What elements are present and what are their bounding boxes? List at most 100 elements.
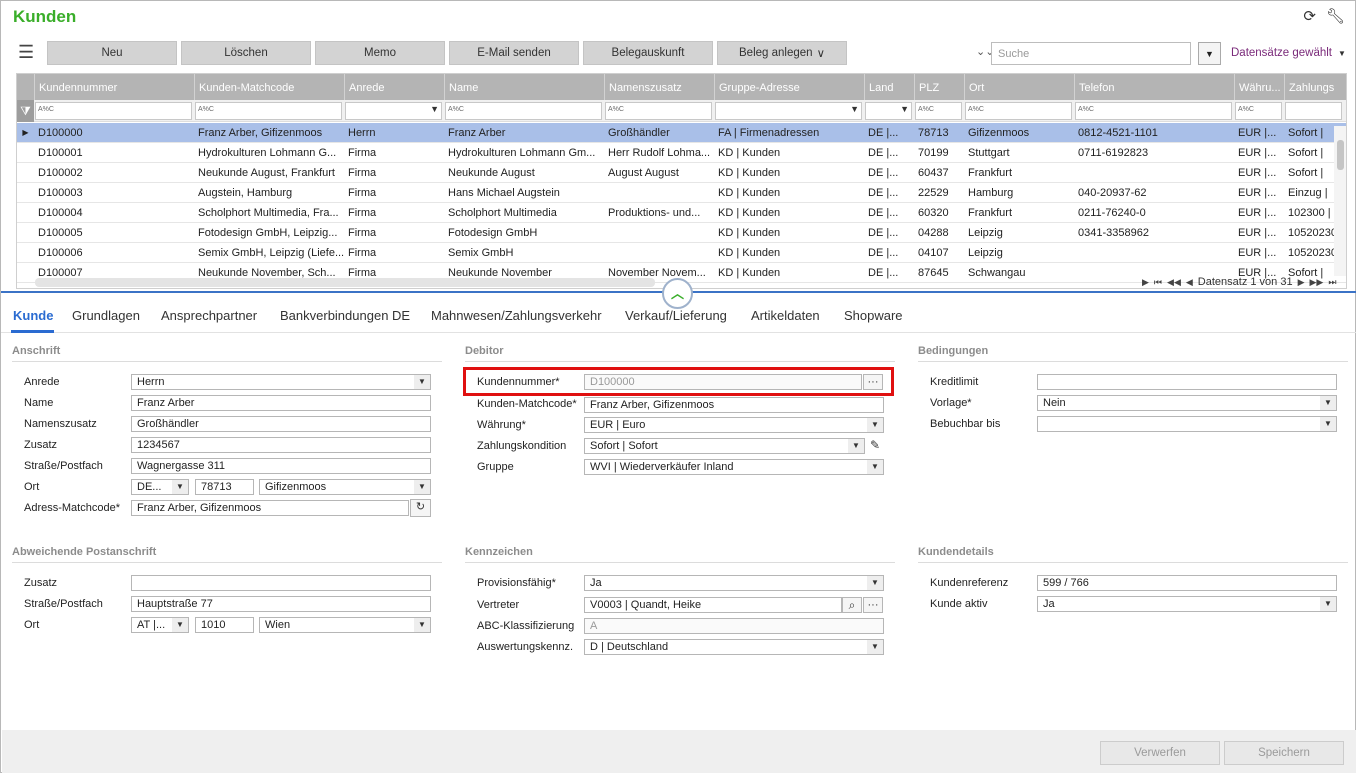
tab-verkauf-lieferung[interactable]: Verkauf/Lieferung — [625, 308, 727, 323]
refresh-icon[interactable]: ⟳ — [1303, 7, 1316, 25]
zahlungskondition-select[interactable]: Sofort | Sofort ▼ — [584, 438, 865, 454]
vorlage-select[interactable]: Nein ▼ — [1037, 395, 1337, 411]
column-header[interactable]: Telefon — [1074, 74, 1234, 100]
land-select[interactable]: DE... ▼ — [131, 479, 189, 495]
horizontal-scrollbar[interactable] — [35, 278, 655, 287]
zusatz-field[interactable]: 1234567 — [131, 437, 431, 453]
table-row[interactable]: D100006 Semix GmbH, Leipzig (Liefe... Firm… — [17, 243, 1346, 263]
column-filter[interactable]: ▼ — [345, 102, 442, 120]
prev-record-icon[interactable]: ◀ — [1186, 277, 1193, 288]
save-button[interactable]: Speichern — [1224, 741, 1344, 765]
strasse-field[interactable]: Wagnergasse 311 — [131, 458, 431, 474]
new-button[interactable]: Neu — [47, 41, 177, 65]
column-filter[interactable]: A%C — [915, 102, 962, 120]
next-record-icon[interactable]: ▶ — [1298, 277, 1305, 288]
waehrung-select[interactable]: EUR | Euro ▼ — [584, 417, 884, 433]
beleg-anlegen-button[interactable]: Beleg anlegen ∨ — [717, 41, 847, 65]
send-email-button[interactable]: E-Mail senden — [449, 41, 579, 65]
wrench-icon[interactable]: 🔧︎ — [1326, 7, 1345, 25]
anrede-select[interactable]: Herrn ▼ — [131, 374, 431, 390]
page-title: Kunden — [13, 7, 77, 26]
ort-value: Gifizenmoos — [265, 481, 327, 493]
table-row[interactable]: D100003 Augstein, Hamburg Firma Hans Michae… — [17, 183, 1346, 203]
edit-pencil-icon[interactable]: ✎ — [866, 438, 884, 454]
kundenreferenz-field[interactable]: 599 / 766 — [1037, 575, 1337, 591]
column-header[interactable]: Name — [444, 74, 604, 100]
column-filter[interactable]: A%C — [445, 102, 602, 120]
column-filter[interactable]: A%C — [35, 102, 192, 120]
column-header[interactable]: Kundennummer — [34, 74, 194, 100]
column-header[interactable]: Namenszusatz — [604, 74, 714, 100]
column-filter[interactable]: A%C — [1235, 102, 1282, 120]
kunden-matchcode-field[interactable]: Franz Arber, Gifizenmoos — [584, 397, 884, 413]
tab-bankverbindungen[interactable]: Bankverbindungen DE — [280, 308, 410, 323]
delete-button[interactable]: Löschen — [181, 41, 311, 65]
tab-shopware[interactable]: Shopware — [844, 308, 903, 323]
column-header[interactable]: Anrede — [344, 74, 444, 100]
column-header[interactable]: Währu... — [1234, 74, 1284, 100]
column-filter[interactable]: A%C — [1075, 102, 1232, 120]
vertical-scrollbar-thumb[interactable] — [1337, 140, 1344, 170]
auswertung-select[interactable]: D | Deutschland ▼ — [584, 639, 884, 655]
post-land-select[interactable]: AT |... ▼ — [131, 617, 189, 633]
gruppe-select[interactable]: WVI | Wiederverkäufer Inland ▼ — [584, 459, 884, 475]
bebuchbar-select[interactable]: ▼ — [1037, 416, 1337, 432]
memo-button[interactable]: Memo — [315, 41, 445, 65]
post-ort-select[interactable]: Wien ▼ — [259, 617, 431, 633]
belegauskunft-button[interactable]: Belegauskunft — [583, 41, 713, 65]
table-row[interactable]: D100001 Hydrokulturen Lohmann G... Firma Hy… — [17, 143, 1346, 163]
column-filter[interactable]: A%C — [195, 102, 342, 120]
search-input[interactable]: Suche — [991, 42, 1191, 65]
prev-page-icon[interactable]: ◀◀ — [1167, 277, 1181, 288]
tab-mahnwesen[interactable]: Mahnwesen/Zahlungsverkehr — [431, 308, 602, 323]
column-filter[interactable]: A%C — [965, 102, 1072, 120]
last-record-icon[interactable]: ⏭ — [1328, 277, 1336, 288]
post-plz-field[interactable]: 1010 — [195, 617, 254, 633]
column-header[interactable]: Kunden-Matchcode — [194, 74, 344, 100]
tab-artikeldaten[interactable]: Artikeldaten — [751, 308, 820, 323]
search-icon[interactable]: ⌕ — [842, 597, 862, 613]
discard-button[interactable]: Verwerfen — [1100, 741, 1220, 765]
more-options-icon[interactable]: ··· — [863, 597, 883, 613]
kunde-aktiv-select[interactable]: Ja ▼ — [1037, 596, 1337, 612]
adress-matchcode-field[interactable]: Franz Arber, Gifizenmoos — [131, 500, 409, 516]
ort-select[interactable]: Gifizenmoos ▼ — [259, 479, 431, 495]
column-header[interactable]: Land — [864, 74, 914, 100]
column-filter[interactable]: ▼ — [715, 102, 862, 120]
dropdown-arrow-icon: ▼ — [172, 480, 188, 494]
row-indicator: ▶ — [22, 128, 29, 137]
name-field[interactable]: Franz Arber — [131, 395, 431, 411]
first-record-icon[interactable]: ⏮ — [1154, 277, 1162, 288]
table-row[interactable]: D100004 Scholphort Multimedia, Fra... Firm… — [17, 203, 1346, 223]
next-page-icon[interactable]: ▶▶ — [1310, 277, 1324, 288]
pager-scroll-right-icon[interactable]: ▶ — [1142, 277, 1149, 288]
reset-matchcode-icon[interactable]: ↻ — [410, 499, 431, 517]
filter-icon[interactable]: ⧩ — [17, 100, 34, 122]
table-row[interactable]: D100002 Neukunde August, Frankfurt Firma Ne… — [17, 163, 1346, 183]
table-row[interactable]: ▶ D100000 Franz Arber, Gifizenmoos Herrn Fra… — [17, 123, 1346, 143]
search-dropdown-button[interactable]: ▼ — [1198, 42, 1221, 65]
table-cell: FA | Firmenadressen — [718, 127, 820, 139]
column-header[interactable]: PLZ — [914, 74, 964, 100]
kreditlimit-field[interactable] — [1037, 374, 1337, 390]
menu-icon[interactable]: ☰ — [18, 43, 34, 61]
plz-field[interactable]: 78713 — [195, 479, 254, 495]
column-filter[interactable]: ▼ — [865, 102, 912, 120]
table-row[interactable]: D100005 Fotodesign GmbH, Leipzig... Firma F… — [17, 223, 1346, 243]
abc-field[interactable]: A — [584, 618, 884, 634]
post-strasse-field[interactable]: Hauptstraße 77 — [131, 596, 431, 612]
column-header[interactable]: Zahlungs — [1284, 74, 1344, 100]
column-filter[interactable]: A%C — [605, 102, 712, 120]
column-header[interactable]: Gruppe-Adresse — [714, 74, 864, 100]
records-selected-dropdown[interactable]: Datensätze gewählt ▼ — [1231, 47, 1346, 59]
tab-grundlagen[interactable]: Grundlagen — [72, 308, 140, 323]
column-header[interactable]: Ort — [964, 74, 1074, 100]
tab-kunde[interactable]: Kunde — [13, 308, 53, 323]
namenszusatz-field[interactable]: Großhändler — [131, 416, 431, 432]
provision-select[interactable]: Ja ▼ — [584, 575, 884, 591]
vertreter-field[interactable]: V0003 | Quandt, Heike — [584, 597, 842, 613]
tab-ansprechpartner[interactable]: Ansprechpartner — [161, 308, 257, 323]
post-zusatz-label: Zusatz — [24, 577, 58, 589]
column-filter[interactable] — [1285, 102, 1342, 120]
post-zusatz-field[interactable] — [131, 575, 431, 591]
